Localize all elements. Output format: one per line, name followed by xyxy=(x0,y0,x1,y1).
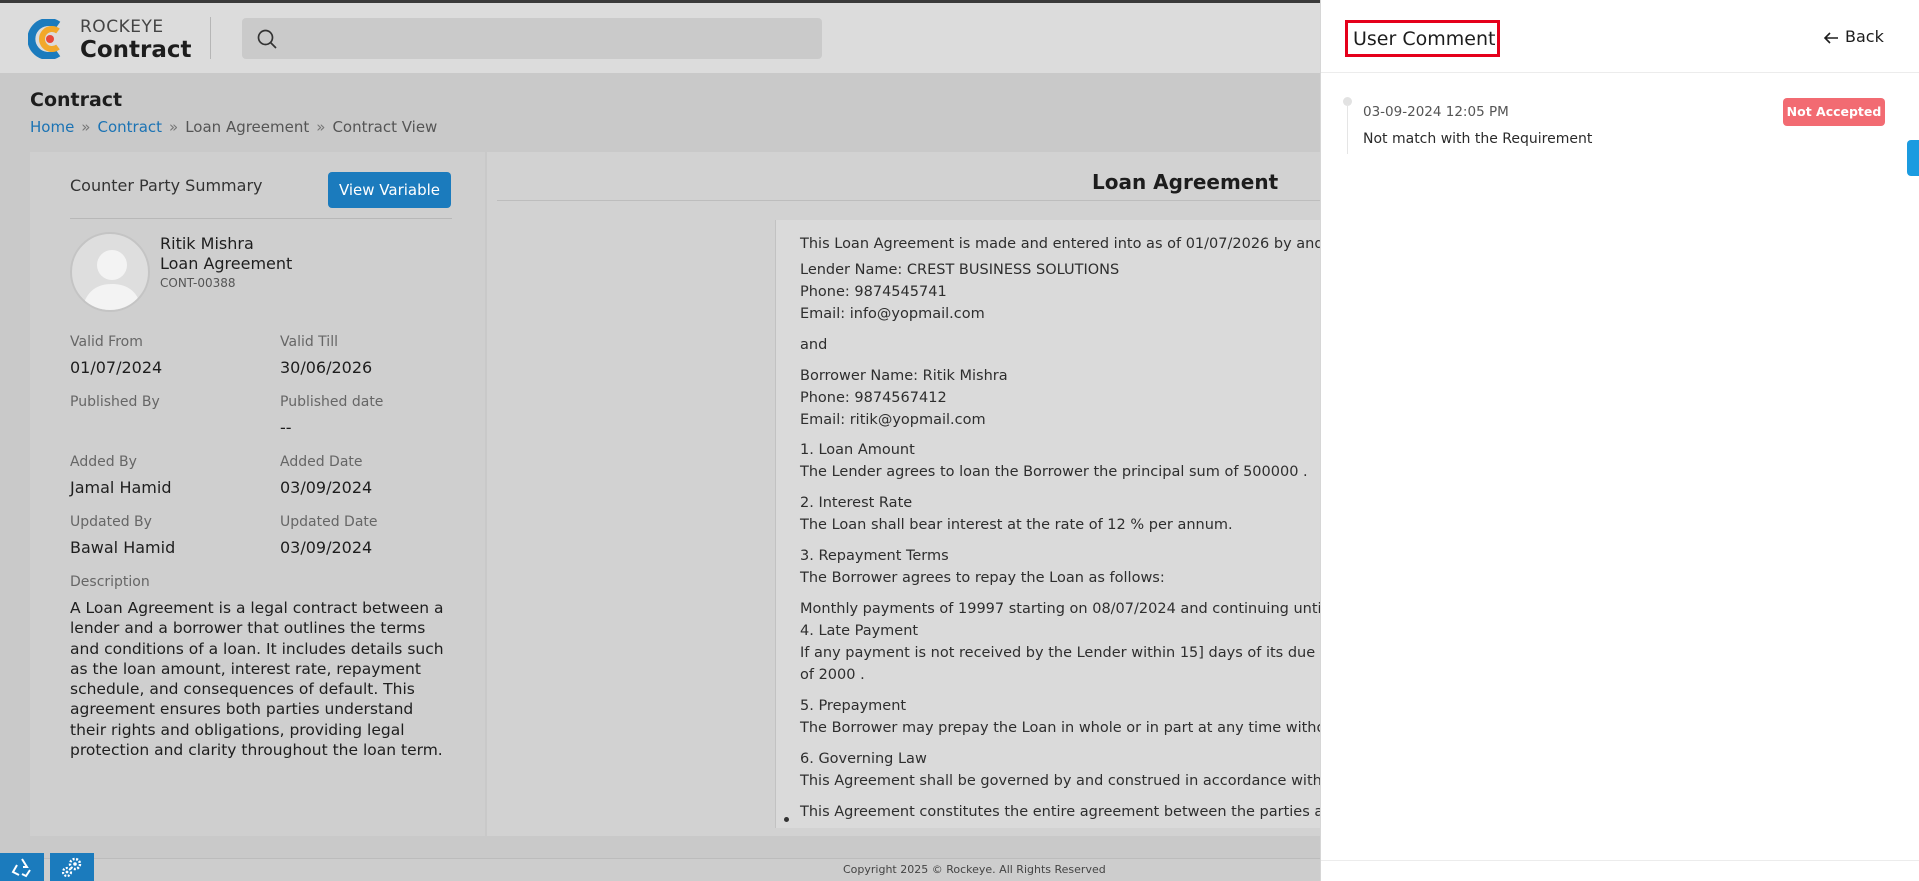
added-by-value: Jamal Hamid xyxy=(70,478,172,497)
doc-late-payment-text: If any payment is not received by the Le… xyxy=(800,645,1327,661)
doc-loan-amount-text: The Lender agrees to loan the Borrower t… xyxy=(800,464,1308,480)
doc-prepayment-text: The Borrower may prepay the Loan in whol… xyxy=(800,720,1327,736)
bullet-icon xyxy=(784,817,789,822)
back-button[interactable]: Back xyxy=(1823,27,1884,46)
doc-heading-prepayment: 5. Prepayment xyxy=(800,698,907,714)
breadcrumb-home[interactable]: Home xyxy=(30,118,74,136)
brand-top: ROCKEYE xyxy=(80,17,164,37)
doc-late-payment-fee: of 2000 . xyxy=(800,667,865,683)
doc-lender-phone: Phone: 9874545741 xyxy=(800,284,947,300)
doc-monthly-payments: Monthly payments of 19997 starting on 08… xyxy=(800,601,1327,617)
valid-from-value: 01/07/2024 xyxy=(70,358,163,377)
description-label: Description xyxy=(70,574,150,590)
breadcrumb-contract-view: Contract View xyxy=(332,118,438,136)
status-badge: Not Accepted xyxy=(1783,98,1885,126)
panel-title: User Comment xyxy=(1345,20,1500,57)
logo-icon xyxy=(28,19,61,59)
timeline-line xyxy=(1347,104,1348,154)
valid-till-label: Valid Till xyxy=(280,334,338,350)
doc-interest-rate-text: The Loan shall bear interest at the rate… xyxy=(800,517,1233,533)
doc-borrower-email: Email: ritik@yopmail.com xyxy=(800,412,986,428)
chevron-double-right-icon: » xyxy=(316,118,326,136)
arrow-left-icon xyxy=(1823,32,1838,44)
chevron-double-right-icon: » xyxy=(81,118,91,136)
document-title: Loan Agreement xyxy=(1092,170,1279,194)
added-date-label: Added Date xyxy=(280,454,363,470)
page-title: Contract xyxy=(30,89,123,111)
view-variable-button[interactable]: View Variable xyxy=(328,172,451,208)
doc-borrower-name: Borrower Name: Ritik Mishra xyxy=(800,368,1008,384)
added-date-value: 03/09/2024 xyxy=(280,478,373,497)
avatar-icon xyxy=(82,250,142,310)
summary-title: Counter Party Summary xyxy=(70,176,263,195)
doc-borrower-phone: Phone: 9874567412 xyxy=(800,390,947,406)
updated-date-value: 03/09/2024 xyxy=(280,538,373,557)
summary-divider xyxy=(70,218,452,219)
doc-heading-interest-rate: 2. Interest Rate xyxy=(800,495,913,511)
gears-icon xyxy=(61,857,82,878)
breadcrumb-loan-agreement: Loan Agreement xyxy=(185,118,310,136)
doc-and: and xyxy=(800,337,828,353)
party-name: Ritik Mishra xyxy=(160,234,254,253)
chevron-double-right-icon: » xyxy=(169,118,179,136)
user-comment-panel: User Comment Back 03-09-2024 12:05 PM No… xyxy=(1320,0,1919,881)
breadcrumb-contract[interactable]: Contract xyxy=(97,118,162,136)
party-contract-type: Loan Agreement xyxy=(160,254,293,273)
doc-heading-late-payment: 4. Late Payment xyxy=(800,623,919,639)
doc-entire-agreement: This Agreement constitutes the entire ag… xyxy=(800,804,1327,820)
search-icon xyxy=(257,29,277,49)
published-date-value: -- xyxy=(280,418,292,437)
published-by-label: Published By xyxy=(70,394,160,410)
document-card: Loan Agreement This Loan Agreement is ma… xyxy=(487,152,1327,836)
doc-intro: This Loan Agreement is made and entered … xyxy=(800,236,1327,252)
doc-heading-loan-amount: 1. Loan Amount xyxy=(800,442,915,458)
doc-heading-repayment: 3. Repayment Terms xyxy=(800,548,949,564)
added-by-label: Added By xyxy=(70,454,137,470)
published-date-label: Published date xyxy=(280,394,384,410)
breadcrumb: Home » Contract » Loan Agreement » Contract Vi… xyxy=(30,118,437,136)
recycle-button[interactable] xyxy=(0,853,44,881)
updated-by-value: Bawal Hamid xyxy=(70,538,176,557)
doc-lender-name: Lender Name: CREST BUSINESS SOLUTIONS xyxy=(800,262,1120,278)
side-tab[interactable] xyxy=(1907,140,1919,176)
doc-lender-email: Email: info@yopmail.com xyxy=(800,306,985,322)
comment-time: 03-09-2024 12:05 PM xyxy=(1363,104,1509,120)
comment-text: Not match with the Requirement xyxy=(1363,131,1593,147)
counter-party-summary-card: Counter Party Summary View Variable Riti… xyxy=(30,152,485,836)
header-divider xyxy=(210,17,211,59)
doc-heading-governing-law: 6. Governing Law xyxy=(800,751,927,767)
panel-header: User Comment Back xyxy=(1321,0,1919,73)
valid-from-label: Valid From xyxy=(70,334,143,350)
avatar xyxy=(70,232,150,312)
search-input[interactable] xyxy=(242,18,822,59)
doc-repayment-text: The Borrower agrees to repay the Loan as… xyxy=(800,570,1165,586)
panel-bottom-divider xyxy=(1321,860,1919,861)
contract-id: CONT-00388 xyxy=(160,276,236,290)
brand-main: Contract xyxy=(80,37,192,63)
valid-till-value: 30/06/2026 xyxy=(280,358,373,377)
back-label: Back xyxy=(1845,27,1884,46)
updated-date-label: Updated Date xyxy=(280,514,378,530)
description-text: A Loan Agreement is a legal contract bet… xyxy=(70,599,444,760)
document-title-divider xyxy=(497,200,1327,201)
settings-button[interactable] xyxy=(50,853,94,881)
document-preview[interactable]: This Loan Agreement is made and entered … xyxy=(775,220,1327,828)
footer-copyright: Copyright 2025 © Rockeye. All Rights Res… xyxy=(843,863,1106,876)
updated-by-label: Updated By xyxy=(70,514,152,530)
doc-governing-law-text: This Agreement shall be governed by and … xyxy=(800,773,1327,789)
recycle-icon xyxy=(11,858,31,878)
